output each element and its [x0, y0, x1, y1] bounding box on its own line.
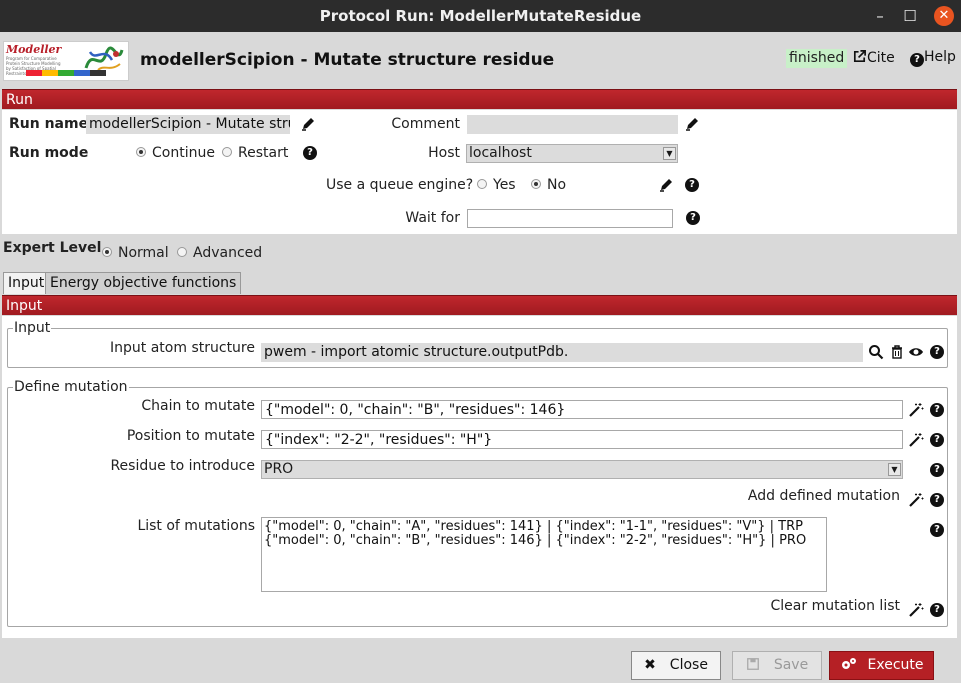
run-name-label: Run name [9, 116, 89, 132]
protocol-header: Modeller Program for Comparative Protein… [0, 32, 961, 88]
window-title: Protocol Run: ModellerMutateResidue [319, 7, 642, 25]
queue-yes-label: Yes [493, 177, 516, 193]
host-select[interactable]: localhost ▼ [466, 144, 678, 163]
tab-input[interactable]: Input [3, 272, 50, 294]
run-mode-restart-radio[interactable]: Restart [222, 145, 288, 161]
save-label: Save [773, 657, 809, 673]
queue-no-radio[interactable]: No [531, 177, 566, 193]
external-link-icon [853, 50, 866, 63]
edit-comment-pencil-icon[interactable] [684, 116, 700, 132]
dropdown-arrow-icon: ▼ [888, 463, 901, 476]
run-section-header: Run [2, 89, 957, 109]
atom-structure-label: Input atom structure [110, 340, 255, 356]
save-button[interactable]: Save [732, 651, 822, 680]
host-label: Host [428, 145, 460, 161]
atom-structure-field[interactable]: pwem - import atomic structure.outputPdb… [261, 343, 863, 362]
radio-unselected-icon [477, 179, 487, 189]
help-label: Help [924, 49, 956, 65]
window-titlebar: Protocol Run: ModellerMutateResidue – ☐ … [0, 0, 961, 32]
gears-icon [841, 658, 856, 669]
close-label: Close [669, 657, 708, 673]
chain-help-icon[interactable]: ? [930, 403, 944, 417]
queue-yes-radio[interactable]: Yes [477, 177, 516, 193]
add-mutation-label: Add defined mutation [747, 488, 900, 504]
clear-list-wand-icon[interactable] [908, 602, 924, 618]
expert-normal-radio[interactable]: Normal [102, 245, 169, 261]
status-badge: finished [786, 49, 848, 68]
radio-selected-icon [102, 247, 112, 257]
protocol-title: modellerScipion - Mutate structure resid… [140, 50, 555, 70]
wand-icon[interactable] [908, 402, 924, 418]
clear-mutation-list-label: Clear mutation list [770, 598, 900, 614]
run-mode-label: Run mode [9, 145, 89, 161]
dropdown-arrow-icon: ▼ [663, 147, 676, 160]
eye-icon[interactable] [908, 344, 924, 360]
radio-unselected-icon [177, 247, 187, 257]
search-icon[interactable] [868, 344, 884, 360]
wand-icon[interactable] [908, 432, 924, 448]
queue-edit-pencil-icon[interactable] [658, 177, 674, 193]
run-name-field[interactable]: modellerScipion - Mutate structure resid… [86, 115, 290, 134]
tab-energy-objective-functions[interactable]: Energy objective functions [45, 272, 242, 294]
host-value: localhost [469, 145, 532, 161]
modeller-logo: Modeller Program for Comparative Protein… [3, 41, 129, 81]
input-section-header: Input [2, 295, 957, 315]
radio-selected-icon [136, 147, 146, 157]
mutation-list-textarea[interactable]: {"model": 0, "chain": "A", "residues": 1… [261, 517, 827, 592]
chain-to-mutate-label: Chain to mutate [141, 398, 255, 414]
edit-pencil-icon[interactable] [300, 116, 316, 132]
save-disk-icon [746, 658, 759, 670]
maximize-icon[interactable]: ☐ [900, 6, 920, 26]
clear-list-help-icon[interactable]: ? [930, 603, 944, 617]
residue-to-introduce-select[interactable]: PRO ▼ [261, 460, 903, 479]
trash-icon[interactable] [889, 344, 905, 360]
expert-level-label: Expert Level [3, 240, 102, 256]
comment-field[interactable] [467, 115, 678, 134]
add-mutation-wand-icon[interactable] [908, 492, 924, 508]
run-mode-restart-label: Restart [238, 145, 289, 161]
define-mutation-group-title: Define mutation [13, 379, 129, 395]
chain-to-mutate-field[interactable]: {"model": 0, "chain": "B", "residues": 1… [261, 400, 903, 419]
execute-button[interactable]: Execute [829, 651, 934, 680]
expert-advanced-label: Advanced [193, 245, 263, 261]
expert-advanced-radio[interactable]: Advanced [177, 245, 262, 261]
close-button[interactable]: ✖ Close [631, 651, 721, 680]
expert-normal-label: Normal [118, 245, 169, 261]
add-mutation-help-icon[interactable]: ? [930, 493, 944, 507]
close-x-icon: ✖ [644, 657, 656, 673]
queue-engine-label: Use a queue engine? [326, 177, 474, 193]
help-icon: ? [910, 53, 924, 67]
queue-help-icon[interactable]: ? [685, 178, 699, 192]
residue-value: PRO [264, 461, 294, 477]
wait-for-label: Wait for [405, 210, 460, 226]
mutation-list-label: List of mutations [137, 518, 255, 534]
wait-for-field[interactable] [467, 209, 673, 228]
run-mode-help-icon[interactable]: ? [303, 146, 317, 160]
residue-to-introduce-label: Residue to introduce [110, 458, 255, 474]
position-to-mutate-field[interactable]: {"index": "2-2", "residues": "H"} [261, 430, 903, 449]
help-button[interactable]: ? Help [910, 49, 956, 67]
position-help-icon[interactable]: ? [930, 433, 944, 447]
cite-button[interactable]: Cite [852, 49, 895, 66]
cite-label: Cite [867, 50, 895, 66]
comment-label: Comment [391, 116, 460, 132]
mutation-list-help-icon[interactable]: ? [930, 523, 944, 537]
logo-color-bar [26, 70, 106, 76]
minimize-icon[interactable]: – [870, 6, 890, 26]
position-to-mutate-label: Position to mutate [126, 428, 255, 444]
queue-no-label: No [547, 177, 567, 193]
radio-selected-icon [531, 179, 541, 189]
radio-unselected-icon [222, 147, 232, 157]
residue-help-icon[interactable]: ? [930, 463, 944, 477]
close-window-icon[interactable]: ✕ [934, 6, 954, 26]
input-group-title: Input [13, 320, 52, 336]
run-mode-continue-label: Continue [152, 145, 215, 161]
logo-text: Modeller [6, 43, 62, 56]
wait-for-help-icon[interactable]: ? [686, 211, 700, 225]
execute-label: Execute [867, 657, 924, 673]
atom-structure-help-icon[interactable]: ? [930, 345, 944, 359]
run-mode-continue-radio[interactable]: Continue [136, 145, 215, 161]
